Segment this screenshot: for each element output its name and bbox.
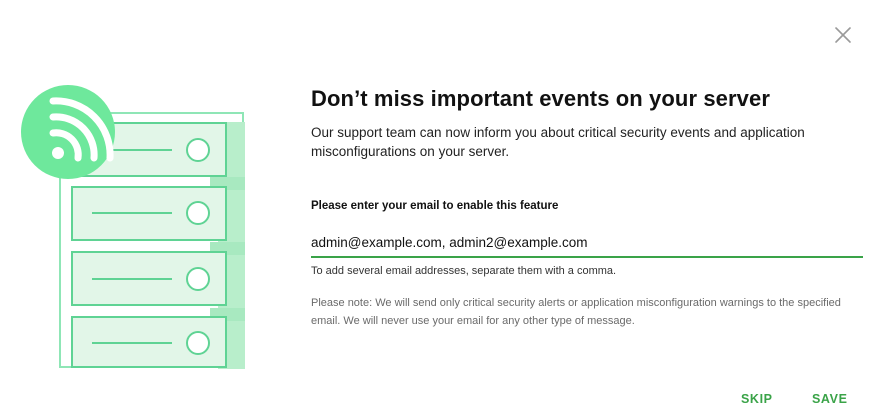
rss-feed-icon — [21, 85, 115, 179]
privacy-note: Please note: We will send only critical … — [311, 297, 841, 327]
dialog-description: Our support team can now inform you abou… — [311, 125, 805, 159]
save-button[interactable]: SAVE — [812, 392, 848, 406]
server-unit — [71, 316, 227, 368]
notification-dialog: Don’t miss important events on your serv… — [0, 0, 883, 420]
server-unit — [71, 186, 227, 241]
close-icon[interactable] — [832, 24, 854, 46]
email-field-helper: To add several email addresses, separate… — [311, 265, 617, 277]
dialog-title: Don’t miss important events on your serv… — [311, 86, 770, 111]
email-field-label: Please enter your email to enable this f… — [311, 200, 559, 212]
server-unit — [71, 251, 227, 306]
server-illustration — [21, 85, 245, 369]
email-field[interactable] — [311, 228, 863, 258]
skip-button[interactable]: SKIP — [741, 392, 773, 406]
